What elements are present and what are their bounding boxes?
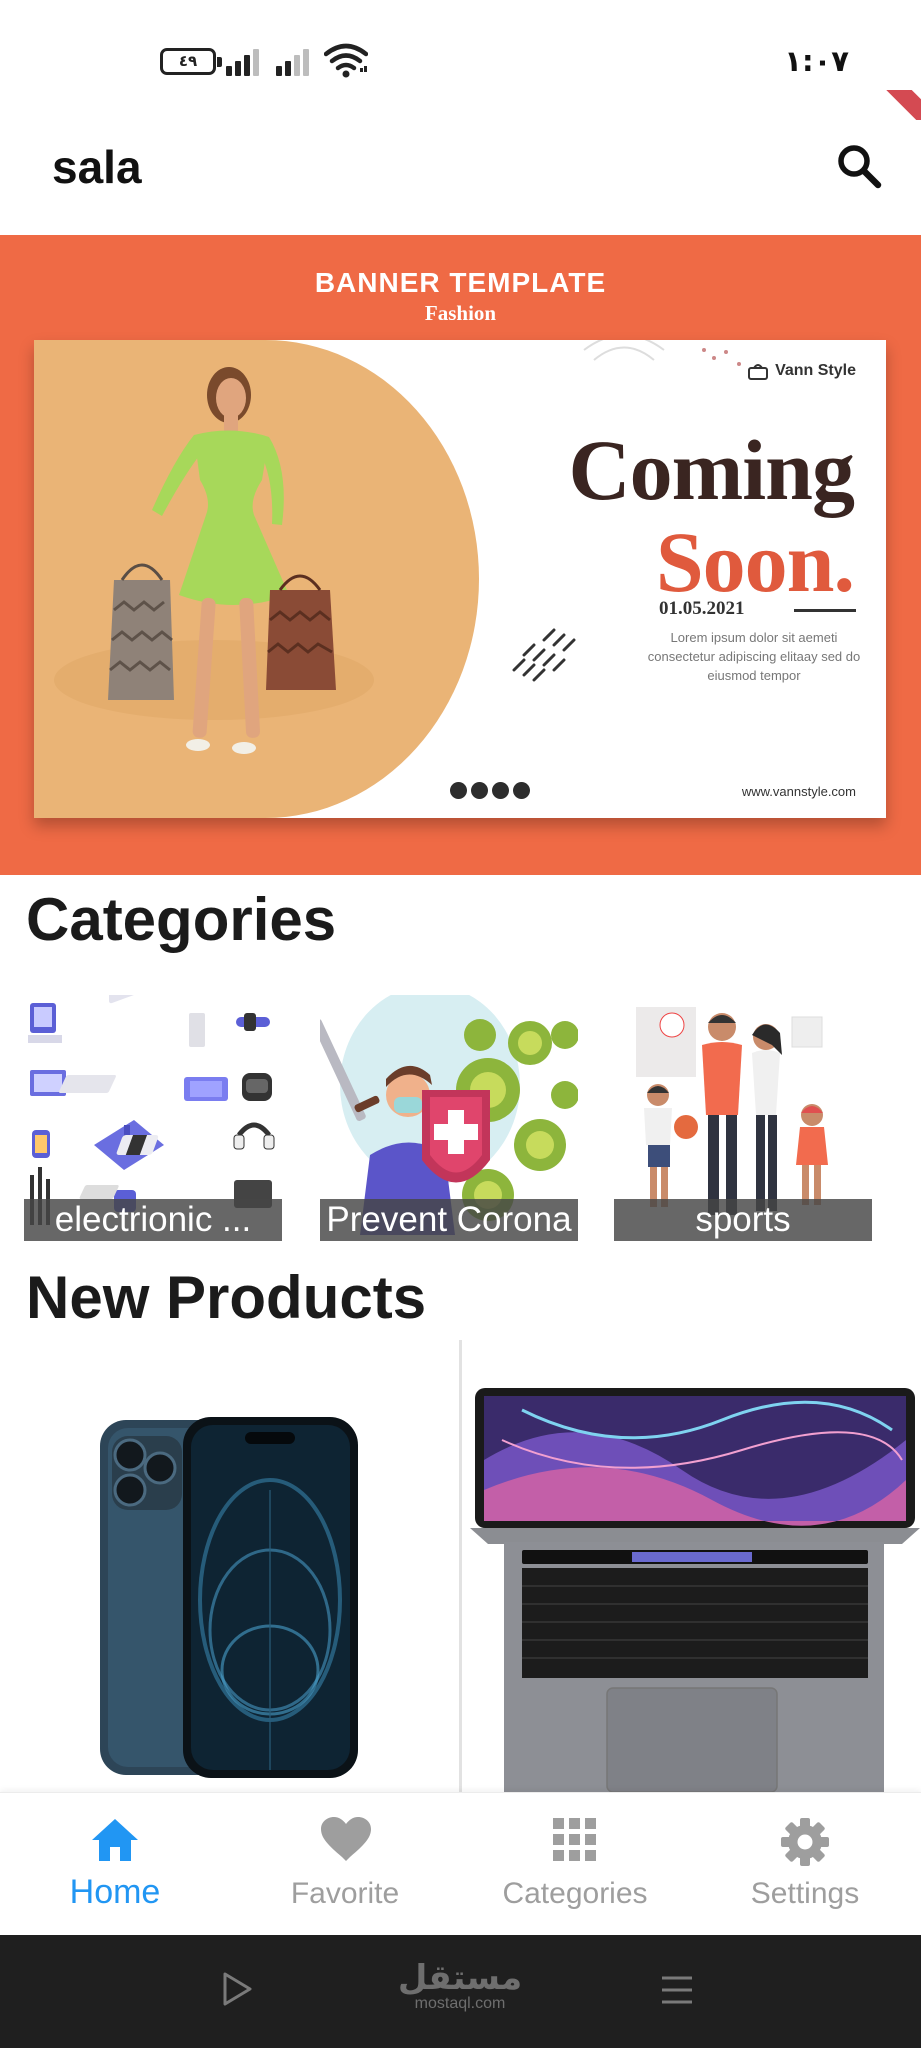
category-label: electrionic ... [24,1199,282,1241]
battery-icon: ٤٩ [160,48,222,75]
nav-label: Categories [502,1877,648,1910]
nav-settings[interactable]: Settings [690,1793,920,1936]
banner-card: Vann Style Coming Soon. 01.05.2021 Lorem… [34,340,886,818]
signal-icon-2 [276,48,318,76]
product-card-phone[interactable] [0,1340,459,1792]
back-triangle-icon[interactable] [220,1971,254,2007]
banner-heading: BANNER TEMPLATE [314,267,607,298]
promo-banner[interactable]: BANNER TEMPLATE Fashion Vann Style Comin… [0,235,921,875]
decorative-dashes [512,628,576,682]
category-label: sports [614,1199,872,1241]
battery-level: ٤٩ [178,52,198,70]
watermark-arabic: مستقل [397,1958,523,1998]
watermark: مستقل mostaql.com [390,1961,530,2013]
status-bar: ٤٩ ١:٠٧ [0,0,921,120]
twitter-icon [492,782,509,799]
banner-soon-text: Soon. [655,514,855,610]
gear-icon [781,1818,829,1866]
status-time: ١:٠٧ [784,44,849,78]
home-icon [92,1819,138,1861]
smartphone-image [100,1417,358,1778]
categories-list: electrionic ... Prevent Corona sports [24,995,921,1241]
banner-date: 01.05.2021 [659,598,745,619]
wifi-icon [324,43,368,78]
brand-name: Vann Style [775,362,856,379]
category-card-sports[interactable]: sports [614,995,872,1241]
nav-label: Favorite [290,1877,400,1910]
social-icons [450,782,530,799]
banner-lorem: Lorem ipsum dolor sit aemeti consectetur… [647,630,861,683]
nav-label: Settings [750,1877,860,1910]
nav-label: Home [69,1873,161,1911]
banner-model-photo [34,340,479,818]
facebook-icon [471,782,488,799]
category-card-prevent-corona[interactable]: Prevent Corona [320,995,578,1241]
product-card-laptop[interactable] [462,1340,921,1792]
bag-icon [748,364,769,380]
decorative-arcs [583,340,741,366]
banner-coming-text: Coming [568,422,855,518]
nav-home[interactable]: Home [0,1793,230,1936]
category-card-electronics[interactable]: electrionic ... [24,995,282,1241]
nav-favorite[interactable]: Favorite [230,1793,460,1936]
banner-date-line [794,609,856,612]
search-button[interactable] [825,132,893,200]
banner-website: www.vannstyle.com [741,784,856,799]
products-grid [0,1340,921,1792]
nav-categories[interactable]: Categories [460,1793,690,1936]
grid-icon [553,1818,596,1861]
whatsapp-icon [513,782,530,799]
banner-subheading: Fashion [424,301,497,325]
system-navigation-bar: مستقل mostaql.com [0,1935,921,2048]
instagram-icon [450,782,467,799]
bottom-navigation: Home Favorite Categories Settings [0,1792,921,1935]
brand-logo: Vann Style [747,362,856,380]
app-title: sala [52,141,142,193]
new-products-heading: New Products [26,1264,427,1331]
menu-lines-icon[interactable] [660,1973,694,2007]
signal-icon [226,48,268,76]
category-label: Prevent Corona [320,1199,578,1241]
laptop-image [470,1388,920,1792]
categories-heading: Categories [26,886,337,953]
app-bar: sala [0,120,921,235]
search-icon [838,145,882,189]
heart-icon [321,1817,371,1861]
